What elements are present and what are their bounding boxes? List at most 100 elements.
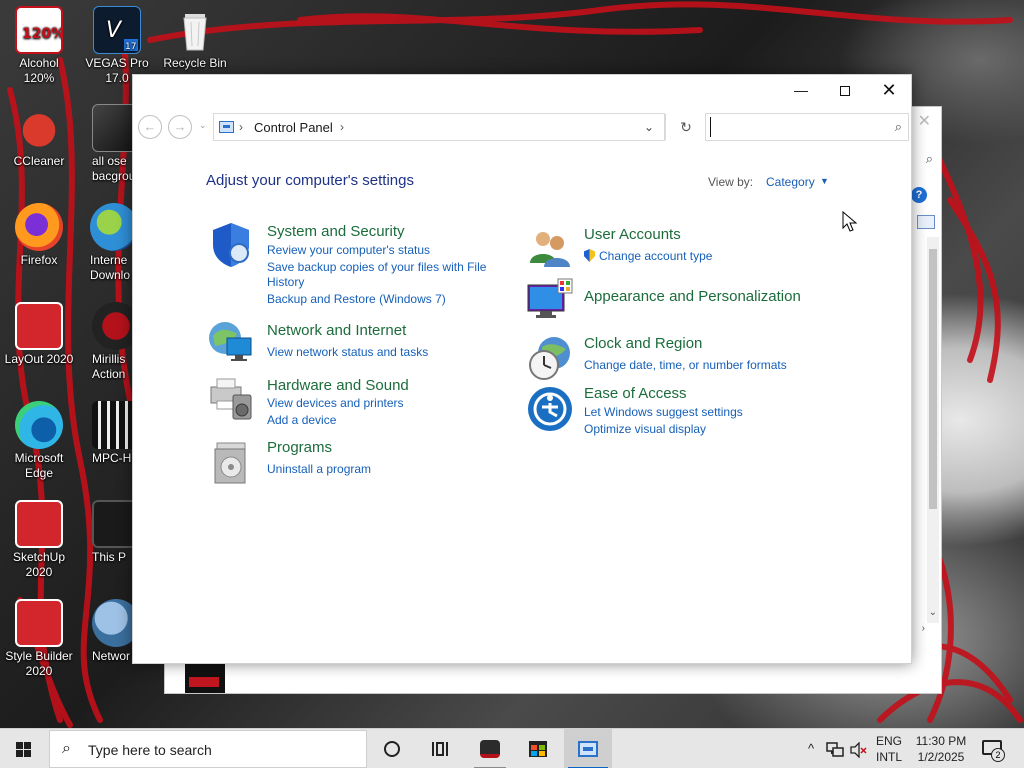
category-link[interactable]: Review your computer's status (267, 243, 430, 257)
view-by-dropdown-arrow-icon[interactable]: ▼ (820, 176, 829, 186)
category-link[interactable]: Uninstall a program (267, 462, 371, 476)
maximize-button[interactable] (823, 75, 867, 105)
system-clock[interactable]: 11:30 PM 1/2/2025 (914, 733, 968, 765)
refresh-button[interactable]: ↻ (672, 114, 700, 140)
scroll-right-icon[interactable]: › (922, 623, 925, 634)
internet-download-manager-icon (90, 203, 138, 251)
input-language-indicator[interactable]: ENG INTL (876, 733, 906, 765)
desktop-icon-alcohol[interactable]: 120% Alcohol 120% (0, 6, 78, 86)
clock-time: 11:30 PM (915, 734, 967, 748)
category-link[interactable]: Backup and Restore (Windows 7) (267, 292, 446, 306)
language-code: ENG (876, 734, 903, 748)
desktop-icon-label: Firefox (20, 253, 58, 267)
category-title[interactable]: Appearance and Personalization (584, 288, 801, 305)
category-link[interactable]: Save backup copies of your files with Fi… (267, 260, 497, 290)
ease-of-access-icon[interactable] (526, 385, 574, 433)
search-box[interactable]: ⌕ (705, 113, 909, 141)
category-link[interactable]: Add a device (267, 413, 336, 427)
taskbar-search-placeholder[interactable]: Type here to search (88, 742, 212, 758)
category-title[interactable]: Programs (267, 439, 332, 456)
view-options-icon[interactable] (917, 215, 935, 229)
desktop-icon-label: VEGAS Pro (85, 56, 149, 70)
breadcrumb-control-panel[interactable]: Control Panel (254, 120, 333, 135)
desktop-icon-label: Recycle Bin (163, 56, 227, 70)
user-accounts-icon[interactable] (526, 225, 574, 273)
category-title[interactable]: User Accounts (584, 226, 681, 243)
category-link[interactable]: Change date, time, or number formats (584, 358, 787, 372)
taskbar-app-republic-of-gamers[interactable] (466, 729, 514, 768)
breadcrumb-separator[interactable]: › (340, 120, 344, 134)
desktop-icon-label: SketchUp (12, 550, 66, 564)
recent-locations-chevron-icon[interactable]: ⌄ (199, 120, 207, 131)
scrollbar-thumb[interactable] (929, 249, 937, 509)
taskbar-app-control-panel[interactable] (564, 729, 612, 768)
task-view-button[interactable] (416, 729, 464, 768)
category-link-text[interactable]: Change account type (599, 249, 712, 263)
taskbar-search-box[interactable]: ⌕ Type here to search (49, 730, 367, 768)
svg-text:120%: 120% (22, 26, 61, 42)
category-link[interactable]: View network status and tasks (267, 345, 428, 359)
category-title[interactable]: Ease of Access (584, 385, 687, 402)
network-internet-globe-icon[interactable] (207, 318, 255, 366)
forward-button[interactable]: → (168, 115, 192, 139)
alcohol-120-icon: 120% (15, 6, 65, 54)
keyboard-layout-code: INTL (876, 750, 903, 764)
system-security-shield-icon[interactable] (207, 221, 255, 269)
control-panel-icon (219, 121, 234, 133)
desktop-icon-label: 120% (23, 71, 55, 85)
divider (665, 114, 666, 140)
back-button[interactable]: ← (138, 115, 162, 139)
help-icon[interactable]: ? (911, 187, 927, 203)
desktop-icon-label: CCleaner (13, 154, 65, 168)
desktop-icon-recycle-bin[interactable]: Recycle Bin (156, 6, 234, 71)
background-close-icon[interactable]: ✕ (918, 111, 931, 131)
background-search-icon[interactable]: ⌕ (926, 151, 933, 167)
search-input[interactable] (710, 117, 880, 137)
category-title[interactable]: System and Security (267, 223, 405, 240)
volume-muted-icon[interactable] (848, 729, 870, 768)
vertical-scrollbar[interactable] (927, 237, 939, 623)
view-by-dropdown[interactable]: Category (766, 175, 815, 189)
desktop-icon-sketchup-2020[interactable]: SketchUp 2020 (0, 500, 78, 580)
category-title[interactable]: Hardware and Sound (267, 377, 409, 394)
category-title[interactable]: Network and Internet (267, 322, 406, 339)
control-panel-window[interactable]: — ✕ ← → ⌄ › Control Panel › ⌄ ↻ ⌕ Adjust… (132, 74, 912, 664)
taskbar: ⌕ Type here to search ^ ENG INTL 11:30 P… (0, 728, 1024, 768)
show-hidden-icons-chevron[interactable]: ^ (802, 729, 820, 768)
programs-disc-icon[interactable] (207, 439, 255, 487)
search-icon[interactable]: ⌕ (895, 119, 902, 135)
desktop-icon-firefox[interactable]: Firefox (0, 203, 78, 268)
recycle-bin-icon (171, 6, 219, 54)
uac-shield-icon (584, 249, 595, 262)
desktop-icon-style-builder-2020[interactable]: Style Builder 2020 (0, 599, 78, 679)
address-dropdown-chevron-icon[interactable]: ⌄ (644, 120, 654, 134)
page-title: Adjust your computer's settings (206, 172, 414, 189)
cortana-button[interactable] (368, 729, 416, 768)
action-center-button[interactable]: 2 (980, 729, 1008, 768)
layout-2020-icon (15, 302, 63, 350)
desktop-icon-ccleaner[interactable]: CCleaner (0, 104, 78, 169)
desktop-icon-layout-2020[interactable]: LayOut 2020 (0, 302, 78, 367)
appearance-personalization-icon[interactable] (526, 277, 574, 325)
scroll-down-icon[interactable]: ⌄ (929, 607, 937, 618)
taskbar-app-microsoft-store[interactable] (514, 729, 562, 768)
category-link[interactable]: Optimize visual display (584, 422, 706, 436)
address-bar[interactable]: › Control Panel › ⌄ ↻ (213, 113, 692, 141)
start-button[interactable] (0, 729, 48, 768)
desktop-icon-microsoft-edge[interactable]: Microsoft Edge (0, 401, 78, 481)
network-status-icon[interactable] (824, 729, 846, 768)
category-link[interactable]: View devices and printers (267, 396, 404, 410)
task-view-icon (432, 742, 448, 756)
breadcrumb-separator[interactable]: › (239, 120, 243, 134)
close-button[interactable]: ✕ (867, 75, 911, 105)
notification-count-badge: 2 (991, 748, 1005, 762)
cortana-icon (384, 741, 400, 757)
hardware-sound-printer-icon[interactable] (207, 373, 255, 421)
minimize-button[interactable]: — (779, 75, 823, 105)
clock-region-icon[interactable] (526, 335, 574, 383)
category-link-with-shield[interactable]: Change account type (584, 249, 712, 263)
category-title[interactable]: Clock and Region (584, 335, 702, 352)
view-by-label: View by: (708, 175, 754, 189)
style-builder-2020-icon (15, 599, 63, 647)
category-link[interactable]: Let Windows suggest settings (584, 405, 743, 419)
